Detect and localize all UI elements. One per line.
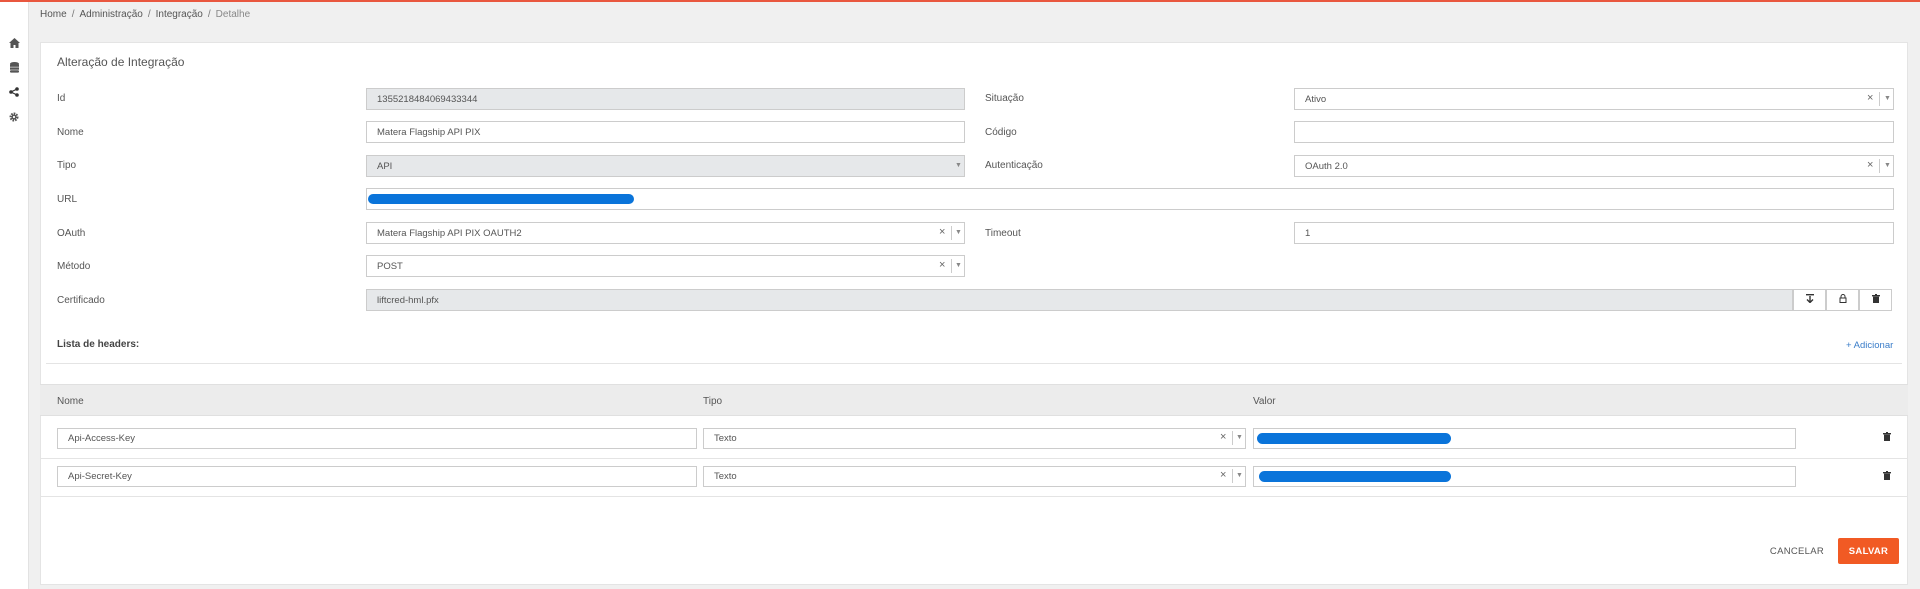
situacao-select[interactable]: Ativo × ▼ [1294, 88, 1894, 110]
column-nome: Nome [57, 396, 84, 407]
breadcrumb-home[interactable]: Home [40, 9, 67, 20]
headers-table-head: Nome Tipo Valor [40, 384, 1908, 416]
metodo-select[interactable]: POST × ▼ [366, 255, 965, 277]
trash-icon [1871, 294, 1880, 306]
row-divider [40, 458, 1908, 459]
id-label: Id [57, 93, 66, 104]
timeout-label: Timeout [985, 228, 1021, 239]
select-divider [1879, 92, 1880, 106]
redacted-value [1259, 471, 1451, 482]
autenticacao-select[interactable]: OAuth 2.0 × ▼ [1294, 155, 1894, 177]
cancel-button[interactable]: CANCELAR [1763, 538, 1831, 564]
id-value: 1355218484069433344 [377, 93, 478, 105]
page-title: Alteração de Integração [57, 55, 185, 69]
certificado-field: liftcred-hml.pfx [366, 289, 1793, 311]
header-name-input[interactable]: Api-Access-Key [57, 428, 697, 449]
header-type-value: Texto [714, 471, 737, 482]
header-name-input[interactable]: Api-Secret-Key [57, 466, 697, 487]
timeout-input[interactable]: 1 [1294, 222, 1894, 244]
database-icon[interactable] [7, 60, 21, 74]
chevron-down-icon[interactable]: ▼ [1884, 95, 1891, 102]
select-divider [1232, 431, 1233, 445]
redacted-value [1257, 433, 1451, 444]
breadcrumb-administracao[interactable]: Administração [79, 9, 142, 20]
sidebar [0, 2, 29, 589]
delete-header-button[interactable] [1882, 471, 1892, 483]
timeout-value: 1 [1305, 227, 1311, 239]
header-name-value: Api-Secret-Key [68, 471, 132, 482]
header-type-value: Texto [714, 433, 737, 444]
nome-label: Nome [57, 127, 84, 138]
oauth-label: OAuth [57, 228, 86, 239]
trash-icon [1883, 471, 1891, 483]
download-button[interactable] [1793, 289, 1826, 311]
tipo-label: Tipo [57, 160, 77, 171]
metodo-value: POST [377, 260, 403, 272]
column-tipo: Tipo [703, 396, 723, 407]
breadcrumb-integracao[interactable]: Integração [156, 9, 203, 20]
url-label: URL [57, 194, 78, 205]
autenticacao-value: OAuth 2.0 [1305, 160, 1348, 172]
headers-title: Lista de headers: [57, 339, 140, 350]
codigo-label: Código [985, 127, 1017, 138]
download-icon [1805, 294, 1814, 306]
clear-icon[interactable]: × [1220, 469, 1226, 481]
breadcrumb-separator: / [147, 8, 151, 20]
chevron-down-icon[interactable]: ▼ [955, 262, 962, 269]
add-header-link[interactable]: + Adicionar [1846, 340, 1893, 351]
trash-icon [1883, 432, 1891, 444]
lock-icon [1839, 294, 1847, 306]
chevron-down-icon[interactable]: ▼ [955, 229, 962, 236]
clear-icon[interactable]: × [939, 259, 945, 271]
divider [46, 363, 1902, 364]
oauth-value: Matera Flagship API PIX OAUTH2 [377, 227, 522, 239]
clear-icon[interactable]: × [1867, 92, 1873, 104]
certificado-value: liftcred-hml.pfx [377, 294, 439, 306]
metodo-label: Método [57, 261, 91, 272]
chevron-down-icon[interactable]: ▼ [1884, 162, 1891, 169]
certificado-label: Certificado [57, 295, 105, 306]
column-valor: Valor [1253, 396, 1276, 407]
tipo-select: API ▼ [366, 155, 965, 177]
lock-button[interactable] [1826, 289, 1859, 311]
redacted-url [368, 194, 634, 204]
autenticacao-label: Autenticação [985, 160, 1043, 171]
situacao-value: Ativo [1305, 93, 1327, 105]
header-type-select[interactable]: Texto × ▼ [703, 428, 1246, 449]
tipo-value: API [377, 160, 393, 172]
clear-icon[interactable]: × [1867, 159, 1873, 171]
chevron-down-icon: ▼ [955, 162, 962, 169]
delete-header-button[interactable] [1882, 432, 1892, 444]
header-value-input[interactable] [1253, 466, 1796, 487]
nome-input[interactable]: Matera Flagship API PIX [366, 121, 965, 143]
top-accent-line [0, 0, 1920, 2]
chevron-down-icon[interactable]: ▼ [1236, 434, 1243, 441]
nome-value: Matera Flagship API PIX [377, 126, 481, 138]
oauth-select[interactable]: Matera Flagship API PIX OAUTH2 × ▼ [366, 222, 965, 244]
url-input[interactable] [366, 188, 1894, 210]
situacao-label: Situação [985, 93, 1024, 104]
breadcrumb-separator: / [207, 8, 211, 20]
breadcrumb-detalhe: Detalhe [215, 8, 251, 20]
select-divider [1232, 469, 1233, 483]
delete-certificate-button[interactable] [1859, 289, 1892, 311]
header-name-value: Api-Access-Key [68, 433, 136, 444]
share-icon[interactable] [7, 85, 21, 99]
select-divider [951, 226, 952, 240]
home-icon[interactable] [7, 36, 21, 50]
select-divider [951, 259, 952, 273]
chevron-down-icon[interactable]: ▼ [1236, 472, 1243, 479]
codigo-input[interactable] [1294, 121, 1894, 143]
id-field: 1355218484069433344 [366, 88, 965, 110]
save-button[interactable]: SALVAR [1838, 538, 1899, 564]
breadcrumb-separator: / [71, 8, 75, 20]
gear-icon[interactable] [7, 110, 21, 124]
header-value-input[interactable] [1253, 428, 1796, 449]
breadcrumb: Home / Administração / Integração / Deta… [40, 8, 250, 20]
clear-icon[interactable]: × [939, 226, 945, 238]
row-divider [40, 496, 1908, 497]
header-type-select[interactable]: Texto × ▼ [703, 466, 1246, 487]
select-divider [1879, 159, 1880, 173]
clear-icon[interactable]: × [1220, 431, 1226, 443]
